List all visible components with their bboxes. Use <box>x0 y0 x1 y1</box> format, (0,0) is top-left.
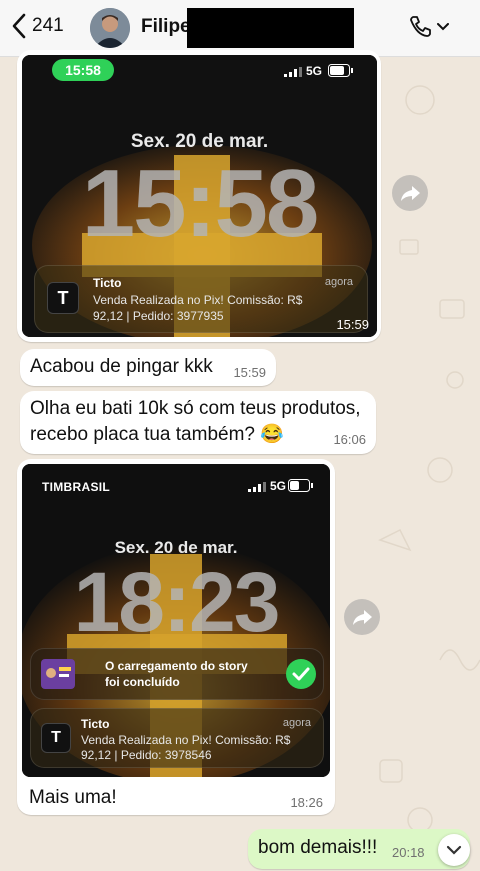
battery-icon <box>328 64 353 77</box>
phone-screenshot-1[interactable]: 15:58 5G Sex. 20 de mar. 15:58 T Ticto a… <box>22 55 377 337</box>
contact-name[interactable]: Filipe <box>141 16 191 38</box>
carrier-name: TIMBRASIL <box>42 480 111 494</box>
phone-icon <box>410 16 431 37</box>
signal-icon <box>284 67 302 77</box>
contact-photo <box>90 8 130 48</box>
notification-app-name: Ticto <box>93 276 122 290</box>
story-upload-card[interactable]: O carregamento do story foi concluído <box>30 648 324 700</box>
network-type: 5G <box>306 64 323 78</box>
back-button[interactable]: 241 <box>12 13 64 39</box>
notification-line-1: Venda Realizada no Pix! Comissão: R$ <box>81 733 291 747</box>
notification-line-2: 92,12 | Pedido: 3978546 <box>81 748 212 762</box>
ticto-app-icon: T <box>41 723 71 753</box>
notification-card-1[interactable]: T Ticto agora Venda Realizada no Pix! Co… <box>34 265 368 333</box>
avatar[interactable] <box>90 8 130 48</box>
ticto-app-icon: T <box>47 282 79 314</box>
lockscreen-clock: 18:23 <box>73 555 281 649</box>
unread-count: 241 <box>32 15 64 36</box>
image-message-2[interactable]: TIMBRASIL 5G Sex. 20 de mar. 18:23 O car… <box>17 459 335 815</box>
story-text-line-2: foi concluído <box>105 675 180 689</box>
notification-app-name: Ticto <box>81 717 110 731</box>
lockscreen-clock: 15:58 <box>81 150 320 257</box>
status-time-pill: 15:58 <box>52 59 114 81</box>
redaction-bar <box>187 8 354 48</box>
message-text-line-1: Olha eu bati 10k só com teus produtos, <box>30 398 361 419</box>
call-button[interactable] <box>407 14 449 40</box>
forward-button-2[interactable] <box>344 599 380 635</box>
notification-card-2[interactable]: T Ticto agora Venda Realizada no Pix! Co… <box>30 708 324 768</box>
chevron-down-icon <box>437 23 449 31</box>
message-time: 15:59 <box>233 365 266 380</box>
message-time: 16:06 <box>333 432 366 447</box>
notification-line-2: 92,12 | Pedido: 3977935 <box>93 309 224 323</box>
message-time: 18:26 <box>290 795 323 810</box>
message-text: bom demais!!! <box>258 837 378 858</box>
story-thumbnail <box>41 659 75 689</box>
image-message-1[interactable]: 15:58 5G Sex. 20 de mar. 15:58 T Ticto a… <box>17 50 381 342</box>
text-message-1[interactable]: Acabou de pingar kkk 15:59 <box>20 349 276 386</box>
outgoing-message[interactable]: bom demais!!! 20:18 <box>248 829 470 869</box>
story-text-line-1: O carregamento do story <box>105 659 248 673</box>
notification-line-1: Venda Realizada no Pix! Comissão: R$ <box>93 293 303 307</box>
phone-screenshot-2[interactable]: TIMBRASIL 5G Sex. 20 de mar. 18:23 O car… <box>22 464 330 777</box>
notification-time: agora <box>324 276 353 288</box>
text-message-2[interactable]: Olha eu bati 10k só com teus produtos, r… <box>20 391 376 454</box>
message-text-line-2: recebo placa tua também? 😂 <box>30 424 284 445</box>
image-caption: Mais uma! <box>29 787 117 808</box>
network-type: 5G <box>270 479 287 493</box>
checkmark-icon <box>286 659 316 689</box>
forward-icon <box>353 610 372 625</box>
notification-time: agora <box>282 717 311 729</box>
battery-icon <box>288 479 313 492</box>
chat-header: 241 Filipe <box>0 0 480 57</box>
scroll-down-button[interactable] <box>438 834 470 866</box>
forward-button-1[interactable] <box>392 175 428 211</box>
image-timestamp: 15:59 <box>336 317 369 332</box>
chevron-down-icon <box>446 845 462 855</box>
message-text: Acabou de pingar kkk <box>30 356 213 377</box>
forward-icon <box>401 186 420 201</box>
chevron-left-icon <box>12 13 26 39</box>
signal-icon <box>248 482 266 492</box>
